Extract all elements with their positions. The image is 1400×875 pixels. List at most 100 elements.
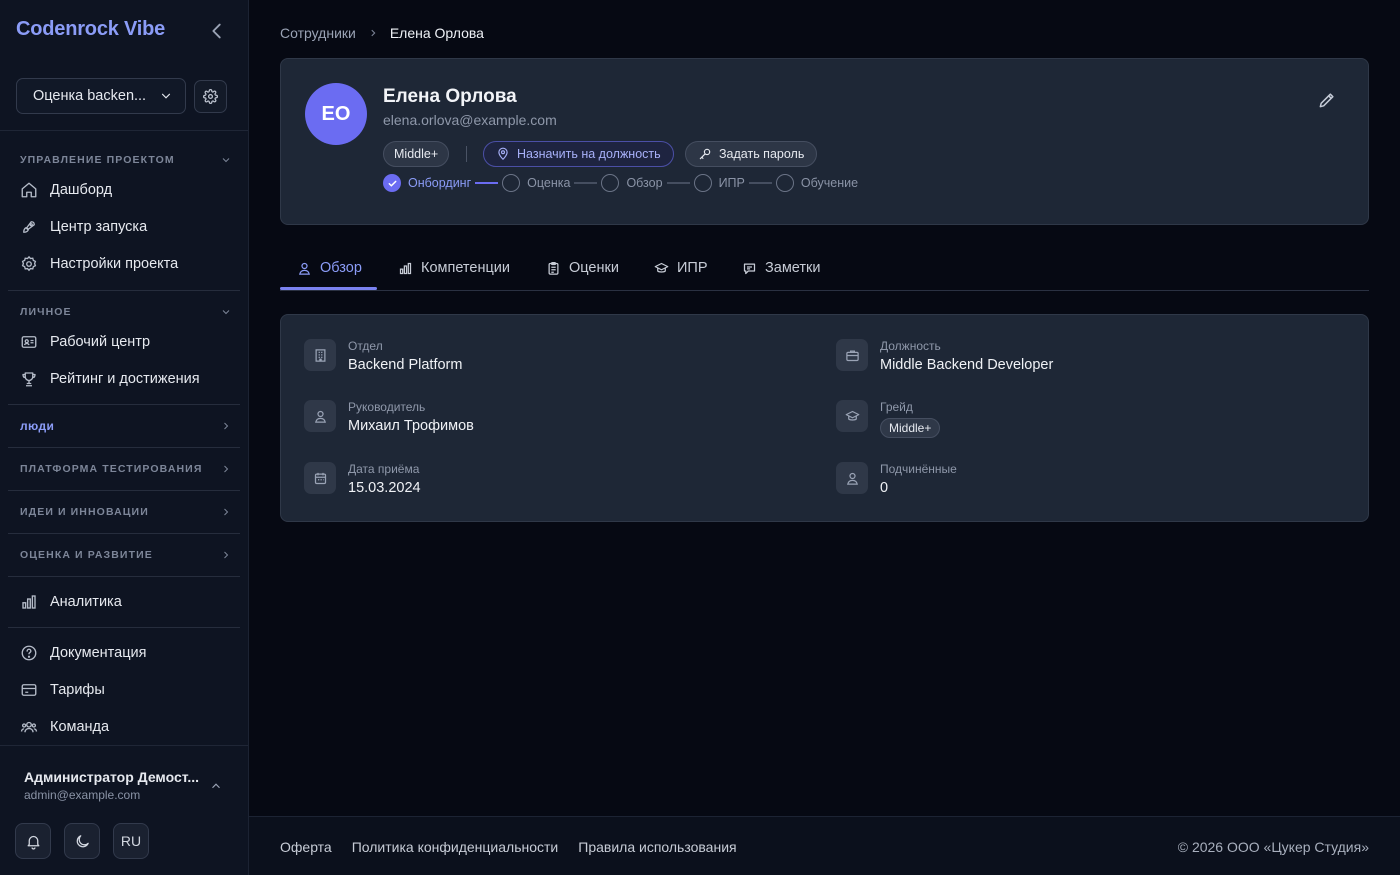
- brand-logo[interactable]: Codenrock Vibe: [16, 18, 165, 41]
- employee-name: Елена Орлова: [383, 86, 517, 107]
- empty-circle-icon: [775, 174, 794, 192]
- section-ideas[interactable]: Идеи и инновации: [20, 506, 232, 518]
- tab-idp[interactable]: ИПР: [654, 260, 708, 276]
- notifications-button[interactable]: [15, 823, 51, 859]
- chevron-right-icon: [371, 29, 376, 37]
- sidebar-item-project-settings[interactable]: Настройки проекта: [20, 255, 178, 273]
- user-icon: [304, 400, 336, 432]
- field-manager: Руководитель Михаил Трофимов: [304, 400, 474, 434]
- graduation-cap-icon: [836, 400, 868, 432]
- edit-icon[interactable]: [1317, 90, 1337, 110]
- field-subordinates: Подчинённые 0: [836, 462, 957, 496]
- user-icon: [836, 462, 868, 494]
- chevron-down-icon: [222, 310, 230, 315]
- briefcase-icon: [836, 339, 868, 371]
- field-position: Должность Middle Backend Developer: [836, 339, 1053, 373]
- tab-overview[interactable]: Обзор: [297, 260, 362, 276]
- employee-email: elena.orlova@example.com: [383, 112, 557, 128]
- tab-notes[interactable]: Заметки: [742, 260, 820, 276]
- credit-card-icon: [21, 684, 37, 696]
- breadcrumb: Сотрудники Елена Орлова: [280, 25, 484, 41]
- divider: [8, 404, 240, 405]
- sidebar-item-dashboard[interactable]: Дашборд: [20, 181, 112, 199]
- message-icon: [743, 263, 756, 274]
- sidebar-item-analytics[interactable]: Аналитика: [20, 593, 122, 611]
- section-personal[interactable]: Личное: [20, 306, 232, 318]
- footer: Оферта Политика конфиденциальности Прави…: [249, 816, 1400, 875]
- rocket-icon: [23, 221, 35, 233]
- bell-icon: [27, 835, 39, 850]
- grade-badge: Middle+: [383, 141, 450, 167]
- divider: [8, 290, 240, 291]
- project-select-value: Оценка backen...: [33, 88, 147, 104]
- empty-circle-icon: [601, 174, 620, 192]
- empty-circle-icon: [502, 174, 521, 192]
- field-grade: Грейд Middle+: [836, 400, 941, 438]
- sidebar-item-launch-center[interactable]: Центр запуска: [20, 218, 147, 236]
- breadcrumb-current: Елена Орлова: [389, 25, 484, 41]
- sidebar-item-workspace[interactable]: Рабочий центр: [20, 333, 150, 351]
- theme-toggle-button[interactable]: [64, 823, 100, 859]
- sidebar-item-team[interactable]: Команда: [20, 718, 109, 736]
- tab-bar: Обзор Компетенции Оценки ИПР Заметки: [280, 250, 1369, 291]
- calendar-icon: [304, 462, 336, 494]
- project-select[interactable]: Оценка backen...: [16, 78, 186, 114]
- tab-assessments[interactable]: Оценки: [546, 260, 619, 276]
- project-settings-button[interactable]: [194, 80, 227, 113]
- profile-card: ЕО Елена Орлова elena.orlova@example.com…: [280, 58, 1369, 225]
- step-review[interactable]: Обзор: [601, 174, 663, 192]
- divider: [0, 745, 248, 746]
- chevron-right-icon: [224, 422, 229, 430]
- step-connector: [574, 182, 598, 184]
- clipboard-icon: [548, 261, 559, 275]
- collapse-sidebar-icon[interactable]: [206, 20, 228, 42]
- graduation-cap-icon: [654, 262, 669, 273]
- help-circle-icon: [21, 645, 37, 661]
- section-people[interactable]: Люди: [20, 419, 232, 433]
- set-password-button[interactable]: Задать пароль: [685, 141, 818, 167]
- bar-chart-icon: [22, 595, 36, 609]
- chevron-right-icon: [224, 465, 229, 473]
- step-training[interactable]: Обучение: [775, 174, 858, 192]
- sidebar: Codenrock Vibe Оценка backen... Управлен…: [0, 0, 249, 875]
- bar-chart-icon: [399, 262, 412, 274]
- step-connector: [666, 182, 690, 184]
- trophy-icon: [22, 372, 36, 387]
- key-icon: [699, 148, 711, 160]
- user-name: Администратор Демост...: [24, 769, 200, 785]
- chevron-down-icon: [161, 93, 171, 99]
- gear-icon: [203, 89, 218, 104]
- user-icon: [299, 262, 310, 275]
- divider: [0, 130, 248, 131]
- section-project-management[interactable]: Управление проектом: [20, 154, 232, 166]
- section-testing-platform[interactable]: Платформа тестирования: [20, 463, 232, 475]
- field-hire-date: Дата приёма 15.03.2024: [304, 462, 421, 496]
- step-idp[interactable]: ИПР: [693, 174, 745, 192]
- sidebar-item-docs[interactable]: Документация: [20, 644, 146, 662]
- language-button[interactable]: RU: [113, 823, 149, 859]
- map-pin-icon: [498, 147, 508, 161]
- footer-link-offer[interactable]: Оферта: [280, 839, 332, 855]
- sidebar-item-rating[interactable]: Рейтинг и достижения: [20, 370, 200, 388]
- divider: [8, 627, 240, 628]
- chevron-down-icon: [222, 158, 230, 163]
- grade-chip: Middle+: [880, 418, 941, 438]
- user-profile[interactable]: Администратор Демост... admin@example.co…: [24, 769, 224, 802]
- section-assessment[interactable]: Оценка и развитие: [20, 549, 232, 561]
- tab-competencies[interactable]: Компетенции: [398, 260, 510, 276]
- divider: [8, 533, 240, 534]
- step-assessment[interactable]: Оценка: [502, 174, 570, 192]
- chevron-up-icon[interactable]: [209, 779, 223, 793]
- footer-link-privacy[interactable]: Политика конфиденциальности: [352, 839, 559, 855]
- settings-icon: [21, 255, 37, 272]
- chevron-right-icon: [224, 551, 229, 559]
- field-department: Отдел Backend Platform: [304, 339, 462, 373]
- divider: [466, 146, 467, 162]
- breadcrumb-employees[interactable]: Сотрудники: [280, 25, 356, 41]
- footer-link-terms[interactable]: Правила использования: [578, 839, 736, 855]
- step-onboarding[interactable]: Онбординг: [383, 174, 471, 192]
- divider: [8, 447, 240, 448]
- assign-position-button[interactable]: Назначить на должность: [483, 141, 674, 167]
- sidebar-item-pricing[interactable]: Тарифы: [20, 681, 105, 699]
- step-connector: [748, 182, 772, 184]
